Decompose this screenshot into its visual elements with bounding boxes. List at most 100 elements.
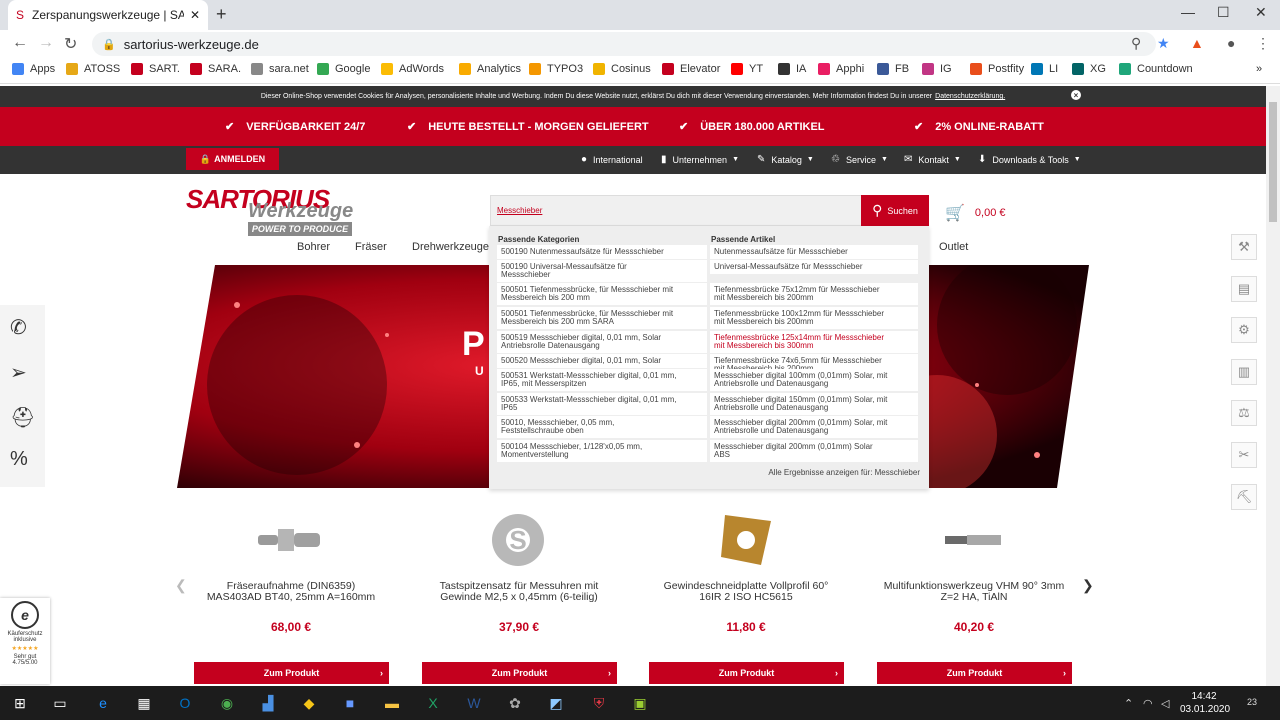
suggestion-category[interactable]: 500520 Messschieber digital, 0,01 mm, So… [497, 354, 707, 368]
bookmark-item[interactable]: sara.net [251, 63, 309, 75]
suggestion-category[interactable]: 50010, Messschieber, 0,05 mm, Feststellsc… [497, 416, 707, 438]
category-fraeser[interactable]: Fräser [355, 241, 387, 253]
nav-unternehmen[interactable]: ▮ Unternehmen ▼ [661, 154, 739, 165]
tray-chevron-icon[interactable]: ⌃ [1124, 697, 1133, 710]
minimize-icon[interactable]: — [1181, 4, 1195, 20]
nav-downloads[interactable]: ⬇ Downloads & Tools ▼ [978, 154, 1081, 165]
tool-category-icon[interactable]: ✂ [1231, 442, 1257, 468]
app-icon[interactable]: ■ [341, 694, 359, 712]
product-image[interactable] [258, 510, 324, 570]
product-button[interactable]: Zum Produkt › [422, 662, 617, 684]
bookmark-item[interactable]: Countdown [1119, 63, 1193, 75]
category-bohrer[interactable]: Bohrer [297, 241, 330, 253]
cookie-close-icon[interactable]: × [1071, 90, 1081, 100]
bookmark-item[interactable]: FB [877, 63, 909, 75]
suggestion-category[interactable]: 500501 Tiefenmessbrücke, für Messschiebe… [497, 283, 707, 305]
product-button[interactable]: Zum Produkt › [194, 662, 389, 684]
nav-kontakt[interactable]: ✉ Kontakt ▼ [904, 154, 961, 165]
bookmark-item[interactable]: Cosinus [593, 63, 651, 75]
bookmark-item[interactable]: AdWords [381, 63, 444, 75]
product-name[interactable]: Multifunktionswerkzeug VHM 90° 3mm Z=2 HA… [864, 581, 1084, 603]
bookmark-item[interactable]: ATOSS [66, 63, 120, 75]
privacy-link[interactable]: Datenschutzerklärung. [935, 93, 1005, 100]
suggestion-category[interactable]: 500519 Messschieber digital, 0,01 mm, So… [497, 331, 707, 353]
suggestion-article[interactable]: Nutenmessaufsätze für Messschieber [710, 245, 918, 259]
app-icon[interactable]: ✿ [506, 694, 524, 712]
product-name[interactable]: Fräseraufnahme (DIN6359) MAS403AD BT40, 2… [181, 581, 401, 603]
nav-international[interactable]: ● International [581, 154, 643, 165]
bookmark-item[interactable]: Apphi [818, 63, 864, 75]
login-button[interactable]: 🔒 ANMELDEN [186, 148, 279, 170]
percent-icon[interactable]: % [10, 448, 28, 471]
suggestion-article[interactable]: Tiefenmessbrücke 125x14mm für Messschieb… [710, 331, 918, 353]
product-image[interactable]: S [487, 510, 549, 570]
app-icon[interactable]: ◩ [547, 694, 565, 712]
reload-icon[interactable]: ↻ [64, 34, 77, 54]
bookmark-item[interactable]: SARA. [190, 63, 241, 75]
forward-icon[interactable]: → [38, 34, 54, 52]
suggestion-category[interactable]: 500533 Werkstatt-Messschieber digital, 0… [497, 393, 707, 415]
browser-tab[interactable]: S Zerspanungswerkzeuge | SARTORIU ✕ [8, 0, 208, 30]
bookmark-item[interactable]: Google [317, 63, 370, 75]
tool-category-icon[interactable]: ⛏ [1231, 484, 1257, 510]
volume-icon[interactable]: ◁ [1161, 697, 1169, 710]
url-bar[interactable]: 🔒 sartorius-werkzeuge.de [92, 32, 1156, 56]
folder-icon[interactable]: ▬ [383, 694, 401, 712]
bookmark-item[interactable]: LI [1031, 63, 1058, 75]
cart[interactable]: 🛒 0,00 € [945, 203, 1006, 223]
wifi-icon[interactable]: ◠ [1143, 697, 1153, 710]
bookmark-item[interactable]: IG [922, 63, 952, 75]
profile-icon[interactable]: ● [1227, 35, 1235, 51]
zoom-icon[interactable]: ⚲ [1131, 35, 1141, 52]
product-button[interactable]: Zum Produkt › [877, 662, 1072, 684]
bookmark-item[interactable]: SART. [131, 63, 180, 75]
bookmark-item[interactable]: XG [1072, 63, 1106, 75]
trusted-shops-badge[interactable]: e Käuferschutz inklusive ★★★★★ Sehr gut … [0, 598, 50, 684]
bookmark-item[interactable]: Apps [12, 63, 55, 75]
bookmark-item[interactable]: YT [731, 63, 763, 75]
bookmark-item[interactable]: Elevator [662, 63, 720, 75]
nav-service[interactable]: ♲ Service ▼ [831, 154, 888, 165]
bookmark-item[interactable]: IA [778, 63, 806, 75]
suggestion-article[interactable]: Tiefenmessbrücke 100x12mm für Messschieb… [710, 307, 918, 329]
suggestion-category[interactable]: 500190 Nutenmessaufsätze für Messschiebe… [497, 245, 707, 259]
bookmark-item[interactable]: Postfity [970, 63, 1024, 75]
app-icon[interactable]: ◆ [300, 694, 318, 712]
tool-category-icon[interactable]: ▤ [1231, 276, 1257, 302]
chrome-icon[interactable]: ◉ [218, 694, 236, 712]
more-bookmarks-icon[interactable]: » [1256, 63, 1262, 75]
send-icon[interactable]: ➢ [10, 360, 27, 385]
suggestion-article[interactable]: Messschieber digital 100mm (0,01mm) Sola… [710, 369, 918, 391]
suggestion-article[interactable]: Messschieber digital 200mm (0,01mm) Sola… [710, 440, 918, 462]
app-icon[interactable]: ▣ [631, 694, 649, 712]
bookmark-star-icon[interactable]: ★ [1157, 35, 1170, 52]
category-drehwerkzeuge[interactable]: Drehwerkzeuge [412, 241, 489, 253]
close-window-icon[interactable]: ✕ [1255, 4, 1267, 21]
tool-category-icon[interactable]: ⚖ [1231, 400, 1257, 426]
show-all-results-link[interactable]: Alle Ergebnisse anzeigen für: Messchiebe… [768, 468, 920, 477]
suggestion-article[interactable]: Tiefenmessbrücke 75x12mm für Messschiebe… [710, 283, 918, 305]
suggestion-article[interactable]: Universal-Messaufsätze für Messschieber [710, 260, 918, 274]
menu-icon[interactable]: ⋮ [1256, 35, 1270, 52]
new-tab-icon[interactable]: + [216, 4, 227, 25]
suggestion-article[interactable]: Messschieber digital 150mm (0,01mm) Sola… [710, 393, 918, 415]
product-name[interactable]: Gewindeschneidplatte Vollprofil 60° 16IR … [636, 581, 856, 603]
phone-icon[interactable]: ✆ [10, 315, 27, 340]
suggestion-article[interactable]: Messschieber digital 200mm (0,01mm) Sola… [710, 416, 918, 438]
tool-category-icon[interactable]: ⚒ [1231, 234, 1257, 260]
excel-icon[interactable]: X [424, 694, 442, 712]
category-outlet[interactable]: Outlet [939, 241, 968, 253]
task-view-icon[interactable]: ▭ [51, 694, 69, 712]
product-image[interactable] [945, 510, 1003, 570]
app-icon[interactable]: ⛨ [590, 694, 608, 712]
maximize-icon[interactable]: ☐ [1217, 4, 1230, 21]
word-icon[interactable]: W [465, 694, 483, 712]
bookmark-item[interactable]: Analytics [459, 63, 521, 75]
nav-katalog[interactable]: ✎ Katalog ▼ [757, 154, 814, 165]
page-scrollbar[interactable] [1266, 86, 1280, 686]
suggestion-category[interactable]: 500531 Werkstatt-Messschieber digital, 0… [497, 369, 707, 391]
product-name[interactable]: Tastspitzensatz für Messuhren mit Gewinde… [409, 581, 629, 603]
site-logo[interactable]: SARTORIUS Werkzeuge POWER TO PRODUCE [186, 184, 374, 236]
edge-icon[interactable]: e [94, 694, 112, 712]
tool-category-icon[interactable]: ⚙ [1231, 317, 1257, 343]
